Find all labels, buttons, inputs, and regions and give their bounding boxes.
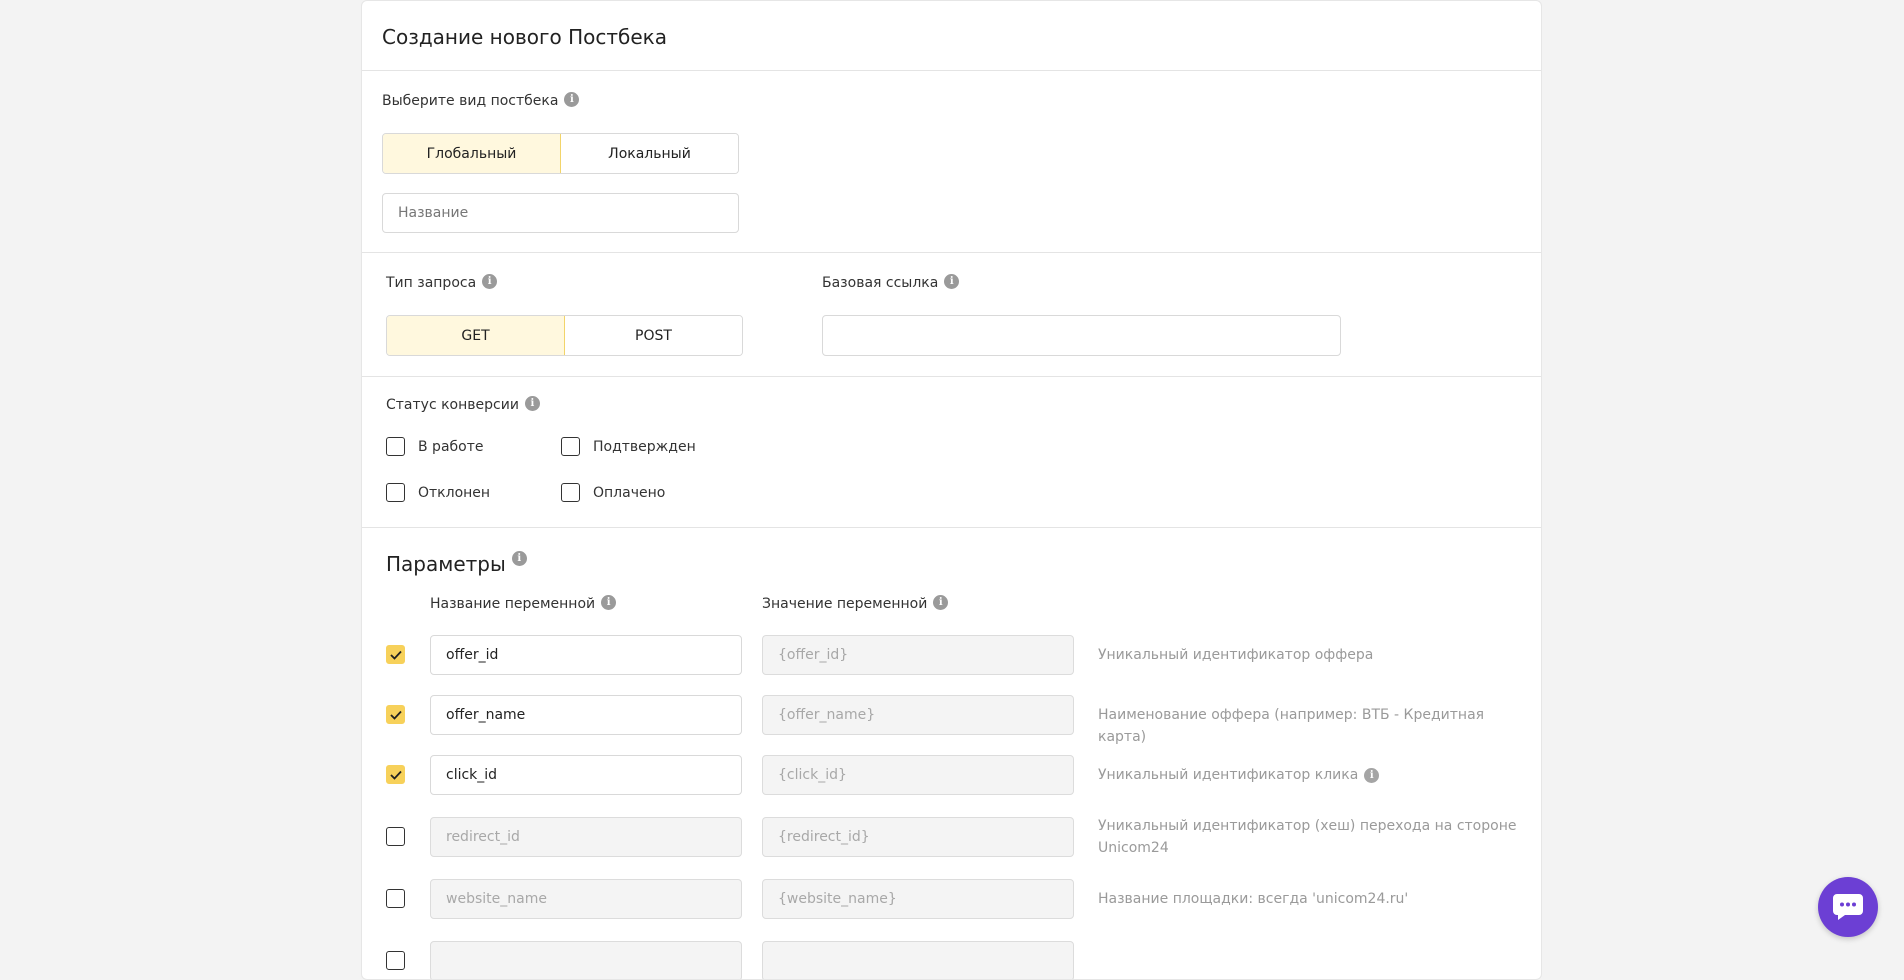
info-icon[interactable]: i (601, 594, 617, 610)
status-confirmed[interactable]: Подтвержден (561, 437, 696, 456)
base-url-label-row: Базовая ссылка i (822, 273, 960, 291)
status-checkbox[interactable] (386, 437, 405, 456)
param-description: Наименование оффера (например: ВТБ - Кре… (1098, 707, 1485, 745)
conversion-status-section: Статус конверсии i В работе Подтвержден … (362, 377, 1541, 528)
postback-type-section: Выберите вид постбека i Глобальный Локал… (362, 71, 1541, 253)
params-section: Параметры i Название переменной i Значен… (362, 528, 1541, 979)
status-label: В работе (418, 438, 484, 455)
param-name-input[interactable]: redirect_id (430, 817, 742, 857)
param-row: click_id {click_id} Уникальный идентифик… (386, 755, 1526, 795)
chat-icon (1833, 894, 1863, 920)
checkmark-icon (389, 770, 402, 780)
base-url-input[interactable] (822, 315, 1341, 356)
param-checkbox[interactable] (386, 827, 405, 846)
status-label: Оплачено (593, 484, 666, 501)
param-description: Уникальный идентификатор клика (1098, 767, 1359, 783)
param-value-input (762, 941, 1074, 979)
request-type-label: Тип запроса (386, 275, 477, 291)
param-description: Уникальный идентификатор (хеш) перехода … (1098, 818, 1517, 856)
request-type-label-row: Тип запроса i (386, 273, 498, 291)
base-url-label: Базовая ссылка (822, 275, 939, 291)
form-header: Создание нового Постбека (362, 1, 1541, 71)
info-icon[interactable]: i (933, 594, 949, 610)
option-post[interactable]: POST (565, 316, 742, 355)
info-icon[interactable]: i (1364, 767, 1380, 783)
param-name-input[interactable]: offer_name (430, 695, 742, 735)
param-checkbox[interactable] (386, 705, 405, 724)
postback-type-label-row: Выберите вид постбека i (382, 91, 580, 109)
info-icon[interactable]: i (944, 273, 960, 289)
param-checkbox[interactable] (386, 645, 405, 664)
postback-form-card: Создание нового Постбека Выберите вид по… (361, 0, 1542, 980)
chat-button[interactable] (1818, 877, 1878, 937)
params-title: Параметры (386, 552, 506, 576)
param-value-input: {offer_id} (762, 635, 1074, 675)
request-section: Тип запроса i GET POST Базовая ссылка i (362, 253, 1541, 377)
status-paid[interactable]: Оплачено (561, 483, 665, 502)
param-row: website_name {website_name} Название пло… (386, 879, 1526, 919)
param-name-input[interactable] (430, 941, 742, 979)
info-icon[interactable]: i (511, 550, 527, 566)
postback-type-label: Выберите вид постбека (382, 93, 559, 109)
col-value-label: Значение переменной (762, 596, 928, 612)
param-checkbox[interactable] (386, 889, 405, 908)
status-checkbox[interactable] (561, 437, 580, 456)
param-row (386, 941, 1526, 979)
conversion-status-label: Статус конверсии (386, 397, 519, 413)
param-row: offer_name {offer_name} Наименование офф… (386, 695, 1526, 745)
postback-type-toggle: Глобальный Локальный (382, 133, 739, 174)
param-description-row: Уникальный идентификатор клика i (1098, 764, 1380, 786)
param-name-input[interactable]: offer_id (430, 635, 742, 675)
status-rejected[interactable]: Отклонен (386, 483, 490, 502)
param-checkbox[interactable] (386, 951, 405, 970)
checkmark-icon (389, 650, 402, 660)
param-description: Уникальный идентификатор оффера (1098, 647, 1374, 663)
conversion-status-label-row: Статус конверсии i (386, 395, 540, 413)
col-head-name: Название переменной i (430, 594, 617, 612)
option-global[interactable]: Глобальный (383, 134, 561, 173)
status-checkbox[interactable] (386, 483, 405, 502)
col-name-label: Название переменной (430, 596, 596, 612)
status-in-progress[interactable]: В работе (386, 437, 484, 456)
param-description: Название площадки: всегда 'unicom24.ru' (1098, 891, 1409, 907)
param-value-input: {redirect_id} (762, 817, 1074, 857)
param-row: offer_id {offer_id} Уникальный идентифик… (386, 635, 1526, 675)
status-label: Отклонен (418, 484, 491, 501)
param-value-input: {click_id} (762, 755, 1074, 795)
param-name-input[interactable]: click_id (430, 755, 742, 795)
param-name-input[interactable]: website_name (430, 879, 742, 919)
param-row: redirect_id {redirect_id} Уникальный иде… (386, 817, 1526, 861)
info-icon[interactable]: i (524, 395, 540, 411)
page-title: Создание нового Постбека (382, 25, 667, 49)
info-icon[interactable]: i (482, 273, 498, 289)
col-head-value: Значение переменной i (762, 594, 949, 612)
info-icon[interactable]: i (564, 91, 580, 107)
status-checkbox[interactable] (561, 483, 580, 502)
name-input[interactable]: Название (382, 193, 739, 233)
params-title-row: Параметры i (386, 550, 527, 576)
param-value-input: {website_name} (762, 879, 1074, 919)
option-get[interactable]: GET (387, 316, 565, 355)
param-checkbox[interactable] (386, 765, 405, 784)
option-local[interactable]: Локальный (561, 134, 738, 173)
status-label: Подтвержден (593, 438, 696, 455)
param-value-input: {offer_name} (762, 695, 1074, 735)
checkmark-icon (389, 710, 402, 720)
request-type-toggle: GET POST (386, 315, 743, 356)
